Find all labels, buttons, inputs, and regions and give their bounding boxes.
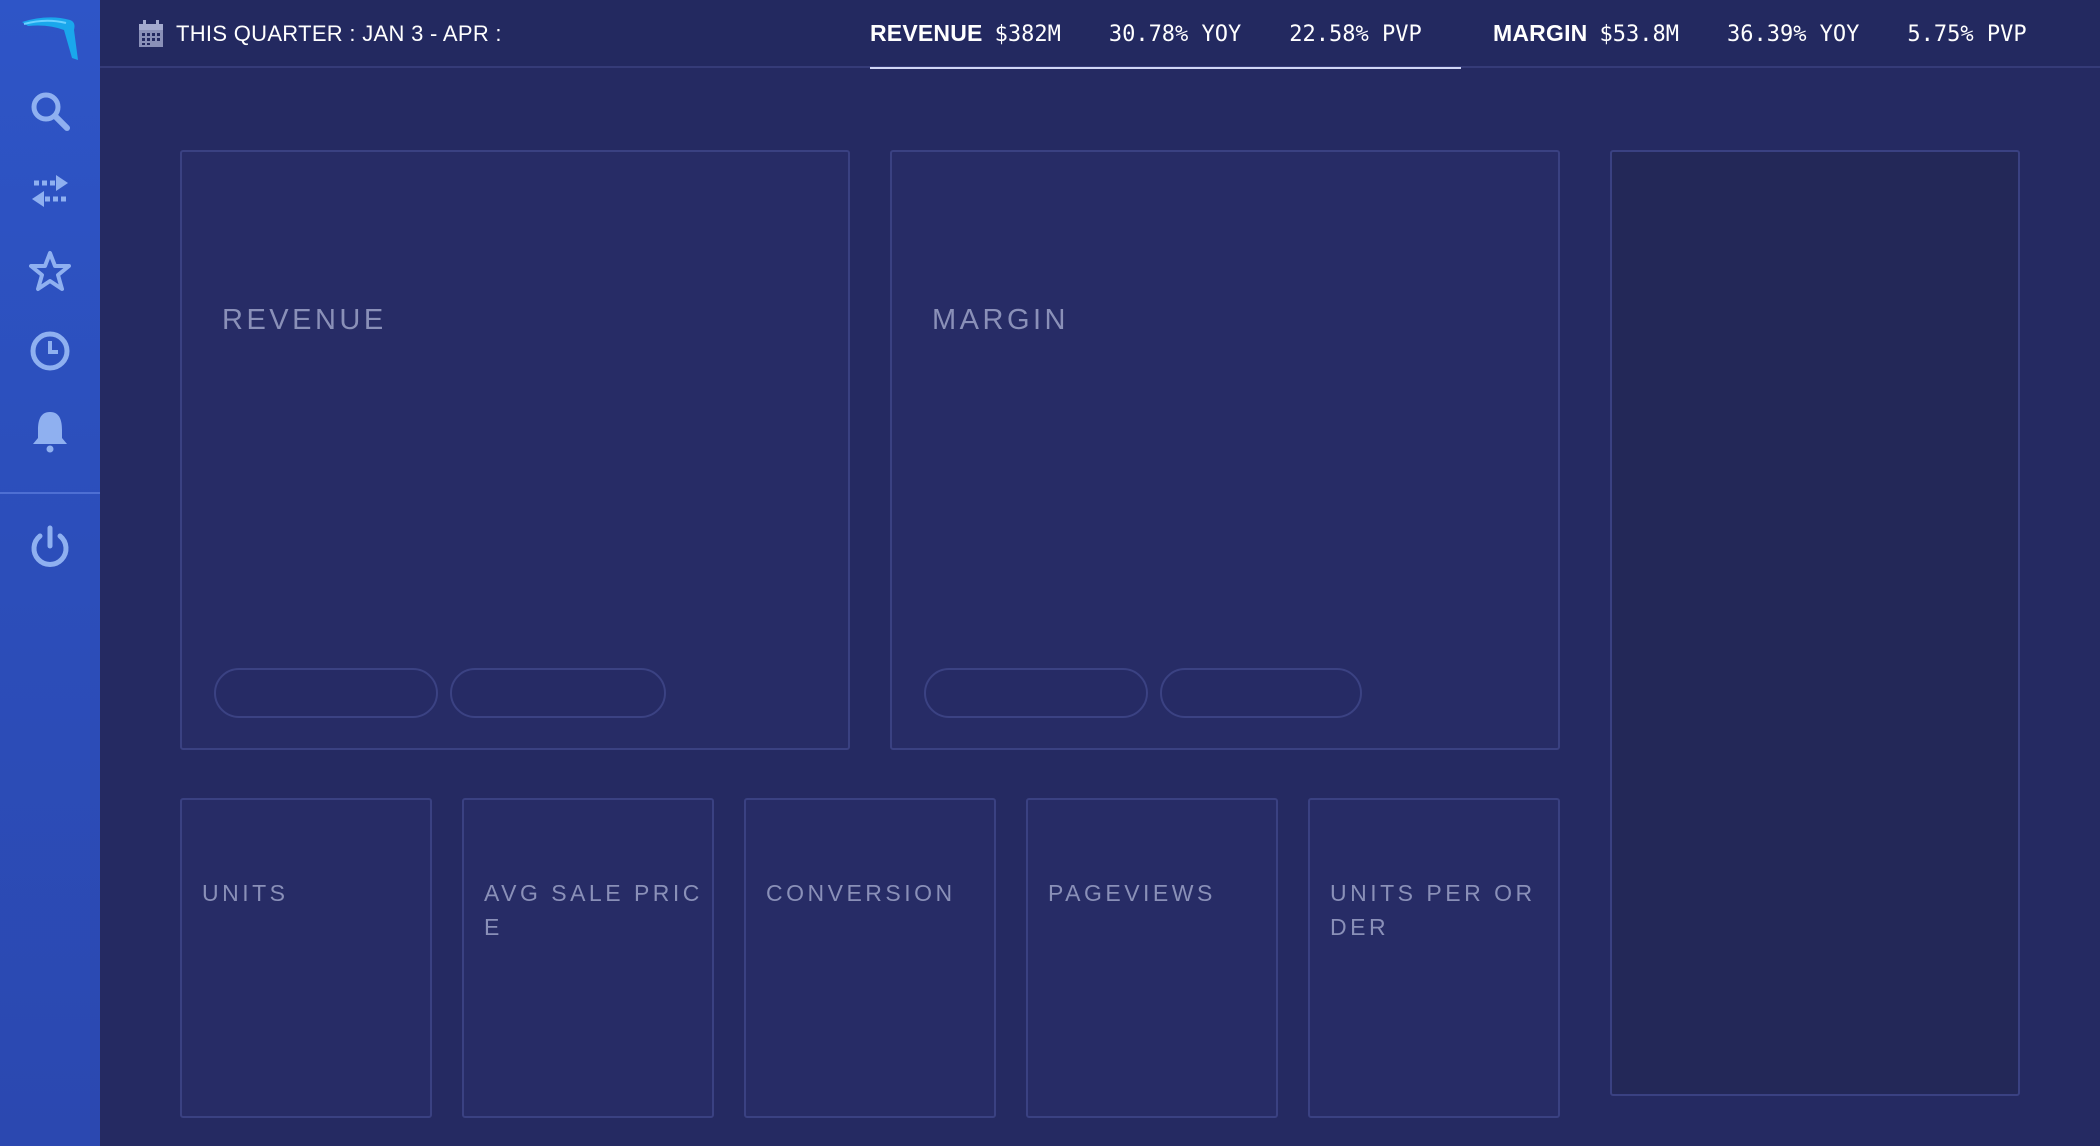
date-range-label: THIS QUARTER : JAN 3 - APR :: [176, 21, 502, 46]
side-panel: [1610, 150, 2020, 1096]
revenue-card-title: REVENUE: [222, 304, 387, 336]
boomerang-logo-icon[interactable]: [18, 8, 82, 64]
kpi-revenue-yoy: 30.78% YOY: [1108, 22, 1242, 47]
star-icon[interactable]: [25, 246, 75, 296]
pageviews-card-title: PAGEVIEWS: [1048, 880, 1216, 906]
calendar-icon: [138, 20, 164, 48]
kpi-margin-yoy: 36.39% YOY: [1726, 22, 1860, 47]
margin-card-title: MARGIN: [932, 304, 1069, 336]
kpi-margin-value: $53.8M: [1599, 22, 1679, 47]
date-range-selector[interactable]: THIS QUARTER : JAN 3 - APR :: [138, 16, 530, 52]
kpi-margin[interactable]: MARGIN $53.8M 36.39% YOY 5.75% PVP: [1493, 20, 2027, 52]
units-per-order-card-title: UNITS PER ORDER: [1330, 880, 1536, 940]
power-icon[interactable]: [25, 522, 75, 572]
kpi-margin-pvp: 5.75% PVP: [1907, 22, 2027, 47]
kpi-revenue-label: REVENUE: [870, 20, 983, 46]
conversion-card[interactable]: CONVERSION: [744, 798, 996, 1118]
avg-sale-price-card-title: AVG SALE PRICE: [484, 880, 703, 940]
avg-sale-price-card[interactable]: AVG SALE PRICE: [462, 798, 714, 1118]
kpi-revenue-pvp: 22.58% PVP: [1289, 22, 1422, 47]
swap-arrows-icon[interactable]: [25, 166, 75, 216]
units-per-order-card[interactable]: UNITS PER ORDER: [1308, 798, 1560, 1118]
sidebar: [0, 0, 100, 1146]
bell-icon[interactable]: [25, 406, 75, 456]
revenue-card[interactable]: REVENUE: [180, 150, 850, 750]
conversion-card-title: CONVERSION: [766, 880, 956, 906]
revenue-card-pill-2[interactable]: [450, 668, 666, 718]
kpi-margin-label: MARGIN: [1493, 20, 1588, 46]
kpi-revenue-active-underline: [870, 67, 1461, 69]
margin-card-pill-1[interactable]: [924, 668, 1148, 718]
revenue-card-pill-1[interactable]: [214, 668, 438, 718]
pageviews-card[interactable]: PAGEVIEWS: [1026, 798, 1278, 1118]
header-bar: THIS QUARTER : JAN 3 - APR : REVENUE $38…: [100, 0, 2100, 68]
clock-icon[interactable]: [25, 326, 75, 376]
sidebar-divider: [0, 492, 100, 494]
margin-card[interactable]: MARGIN: [890, 150, 1560, 750]
units-card-title: UNITS: [202, 880, 289, 906]
search-icon[interactable]: [25, 86, 75, 136]
units-card[interactable]: UNITS: [180, 798, 432, 1118]
kpi-revenue[interactable]: REVENUE $382M 30.78% YOY 22.58% PVP: [870, 20, 1422, 52]
kpi-revenue-value: $382M: [994, 22, 1061, 47]
margin-card-pill-2[interactable]: [1160, 668, 1362, 718]
